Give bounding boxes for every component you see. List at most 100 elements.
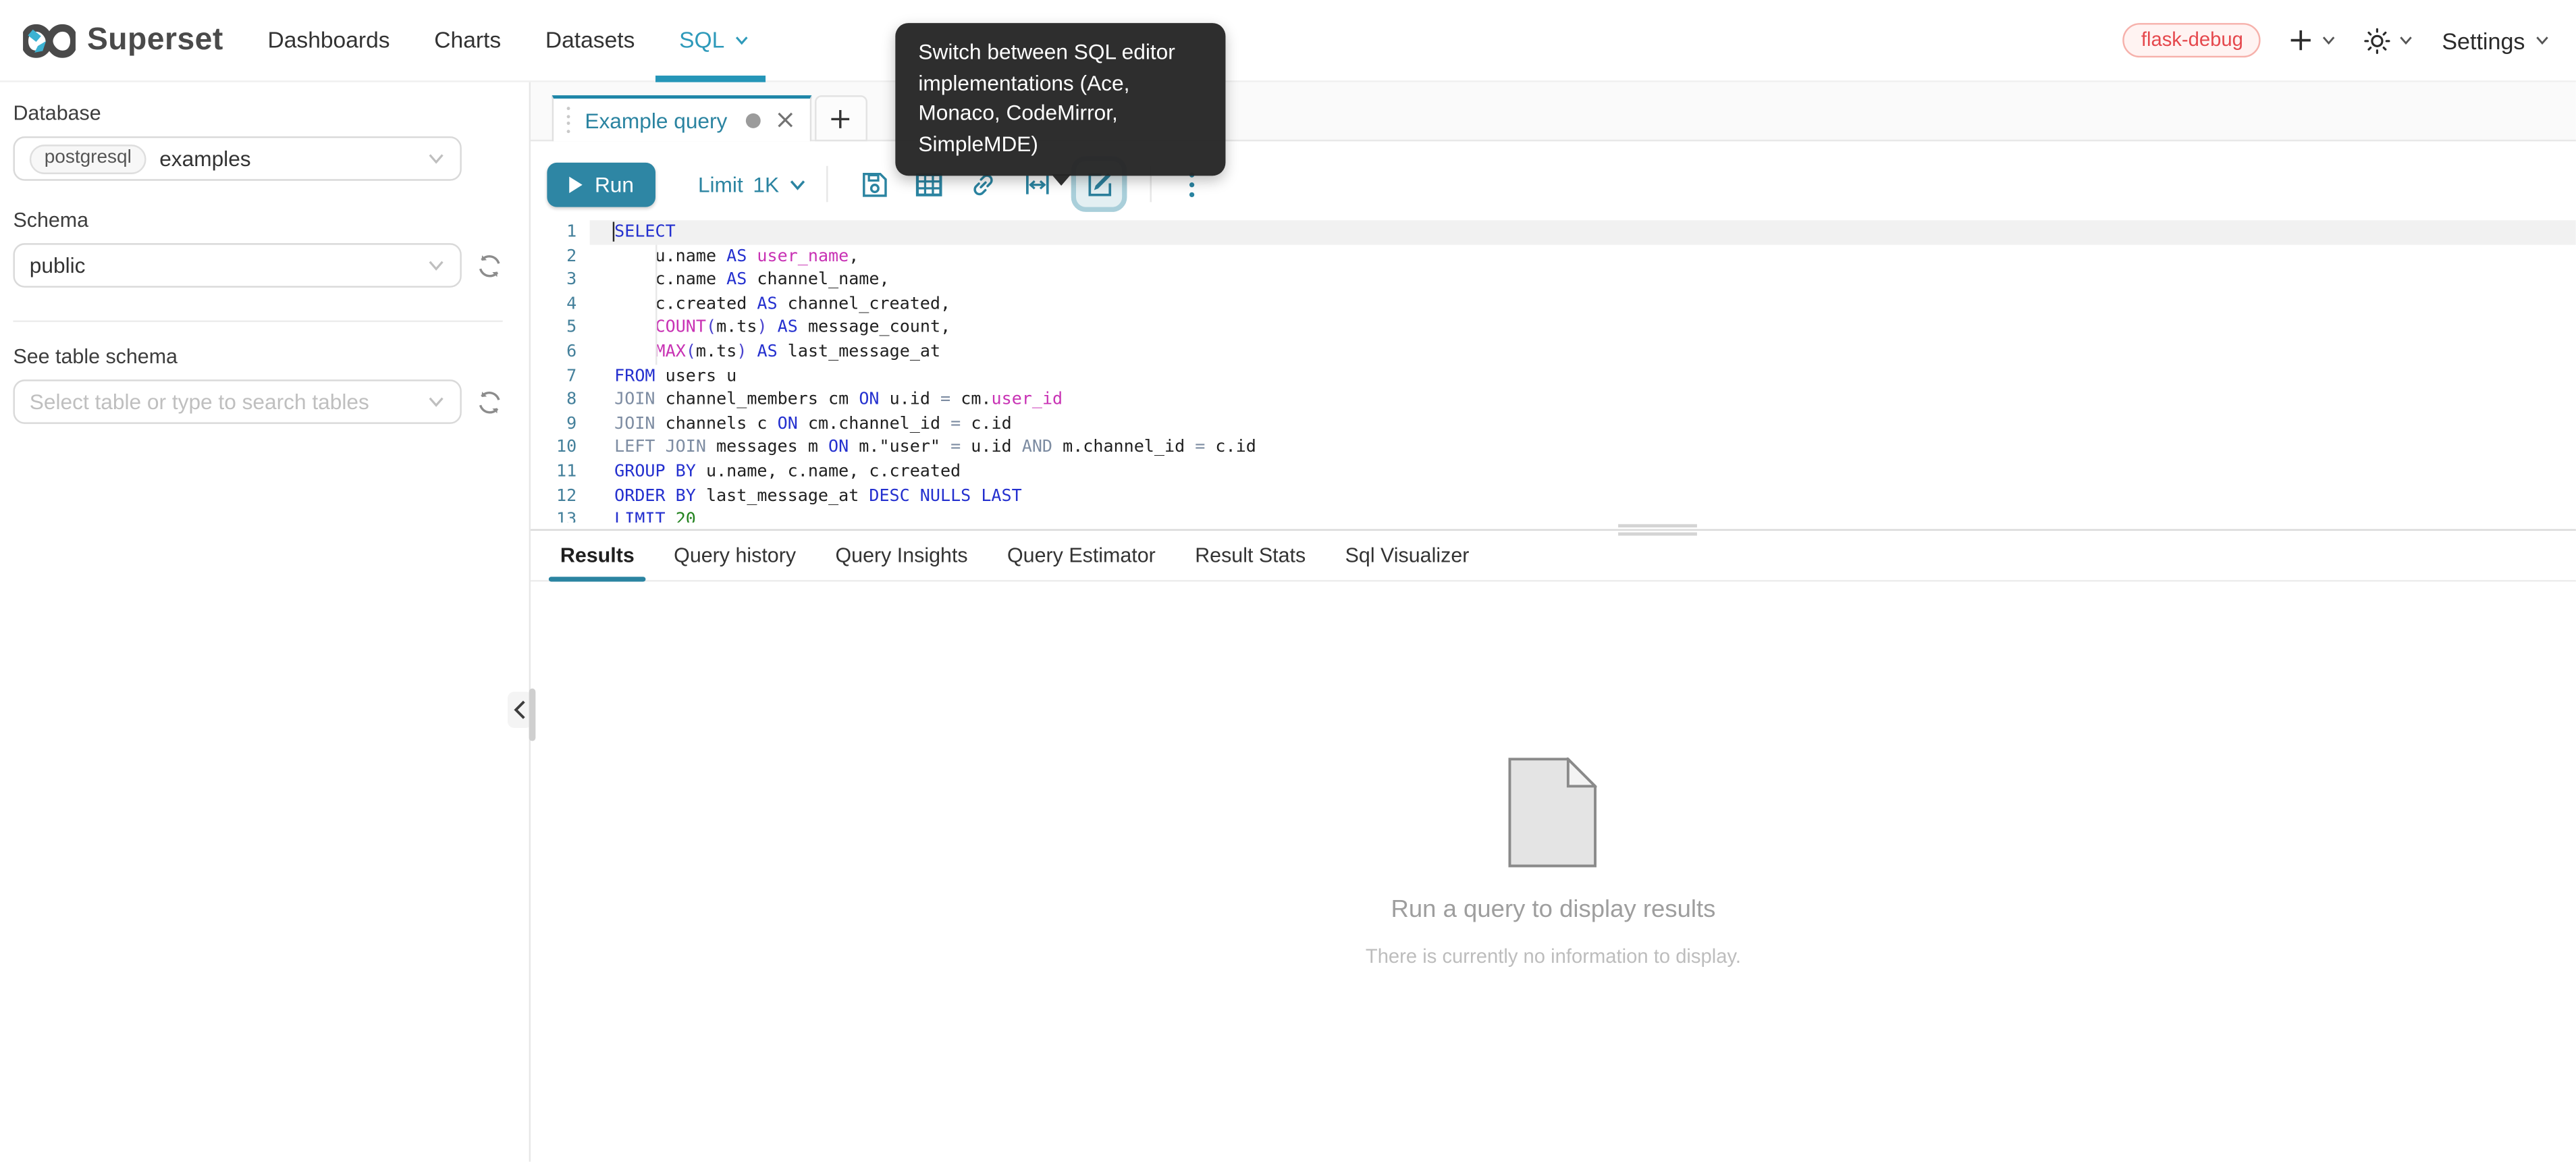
database-select[interactable]: postgresql examples — [13, 136, 461, 181]
tooltip-arrow — [1050, 174, 1070, 186]
empty-document-icon — [1509, 758, 1597, 868]
table-select[interactable]: Select table or type to search tables — [13, 379, 461, 424]
nav-item-dashboards[interactable]: Dashboards — [267, 0, 390, 81]
line-number: 5 — [531, 316, 590, 340]
nav-item-charts[interactable]: Charts — [434, 0, 501, 81]
empty-state-title: Run a query to display results — [1391, 895, 1715, 923]
nav-item-datasets[interactable]: Datasets — [545, 0, 635, 81]
editor-toolbar: Run Limit 1K — [547, 159, 2575, 209]
editor-switch-tooltip: Switch between SQL editor implementation… — [895, 23, 1225, 176]
editor-tabstrip: Example query — [531, 82, 2576, 142]
code-line-content: c.name AS channel_name, — [590, 268, 2576, 292]
results-tab-results[interactable]: Results — [549, 544, 646, 581]
code-line-6[interactable]: 6 MAX(m.ts) AS last_message_at — [531, 340, 2576, 365]
refresh-schemas-button[interactable] — [477, 253, 503, 279]
sidebar-divider — [13, 321, 502, 322]
code-line-content: ORDER BY last_message_at DESC NULLS LAST — [590, 484, 2576, 508]
empty-state-subtitle: There is currently no information to dis… — [1366, 945, 1741, 968]
code-line-3[interactable]: 3 c.name AS channel_name, — [531, 268, 2576, 292]
line-number: 10 — [531, 436, 590, 460]
close-tab-icon[interactable] — [776, 111, 793, 128]
code-line-8[interactable]: 8JOIN channel_members cm ON u.id = cm.us… — [531, 388, 2576, 413]
results-tabbar: Results Query history Query Insights Query … — [531, 539, 2576, 581]
chevron-down-icon — [2322, 33, 2337, 48]
content-area: Database postgresql examples Schema publ… — [0, 82, 2576, 1162]
results-tab-sql-visualizer[interactable]: Sql Visualizer — [1334, 544, 1481, 581]
code-line-13[interactable]: 13LIMIT 20 — [531, 508, 2576, 523]
line-number: 12 — [531, 484, 590, 508]
theme-toggle-dropdown[interactable] — [2365, 27, 2414, 53]
code-line-2[interactable]: 2 u.name AS user_name, — [531, 244, 2576, 269]
code-line-1[interactable]: 1SELECT — [531, 220, 2576, 244]
editor-results-splitter[interactable] — [531, 523, 2576, 537]
line-number: 1 — [531, 220, 590, 244]
results-tab-query-estimator[interactable]: Query Estimator — [996, 544, 1167, 581]
run-query-button[interactable]: Run — [547, 162, 655, 207]
run-button-label: Run — [595, 171, 634, 196]
code-line-9[interactable]: 9JOIN channels c ON cm.channel_id = c.id — [531, 412, 2576, 436]
code-line-4[interactable]: 4 c.created AS channel_created, — [531, 292, 2576, 317]
nav-item-sql[interactable]: SQL — [679, 0, 749, 81]
editor-tab-example-query[interactable]: Example query — [552, 95, 811, 141]
table-schema-label: See table schema — [13, 345, 502, 368]
superset-logo[interactable]: Superset — [23, 22, 223, 59]
code-line-11[interactable]: 11GROUP BY u.name, c.name, c.created — [531, 460, 2576, 484]
nav-item-sql-label: SQL — [679, 28, 724, 53]
line-number: 6 — [531, 340, 590, 365]
line-number: 2 — [531, 244, 590, 269]
code-line-content: MAX(m.ts) AS last_message_at — [590, 340, 2576, 365]
refresh-tables-button[interactable] — [477, 389, 503, 415]
new-item-dropdown[interactable] — [2289, 28, 2337, 53]
chevron-left-icon — [512, 700, 527, 720]
tooltip-text: Switch between SQL editor implementation… — [918, 39, 1175, 155]
results-tab-query-insights[interactable]: Query Insights — [824, 544, 979, 581]
code-line-12[interactable]: 12ORDER BY last_message_at DESC NULLS LA… — [531, 484, 2576, 508]
text-cursor — [612, 222, 615, 242]
sql-code-editor[interactable]: 1SELECT2 u.name AS user_name,3 c.name AS… — [531, 220, 2576, 523]
results-tab-query-history[interactable]: Query history — [662, 544, 807, 581]
plus-icon — [2289, 28, 2314, 53]
code-line-10[interactable]: 10LEFT JOIN messages m ON m."user" = u.i… — [531, 436, 2576, 460]
sidebar-resize-handle[interactable] — [529, 689, 536, 741]
save-icon — [861, 170, 889, 198]
chevron-down-icon — [2535, 33, 2550, 48]
line-number: 11 — [531, 460, 590, 484]
chevron-down-icon — [427, 393, 446, 411]
empty-results-state: Run a query to display results There is … — [1366, 758, 1741, 968]
code-line-content: c.created AS channel_created, — [590, 292, 2576, 317]
code-line-content: JOIN channels c ON cm.channel_id = c.id — [590, 412, 2576, 436]
chevron-down-icon — [427, 257, 446, 275]
results-panel: Run a query to display results There is … — [531, 581, 2576, 1161]
splitter-grip-icon[interactable] — [1618, 523, 1697, 537]
save-query-button[interactable] — [851, 160, 899, 208]
line-number: 7 — [531, 364, 590, 388]
settings-menu[interactable]: Settings — [2442, 27, 2550, 53]
code-line-5[interactable]: 5 COUNT(m.ts) AS message_count, — [531, 316, 2576, 340]
database-label: Database — [13, 102, 502, 125]
limit-label: Limit — [698, 171, 743, 196]
code-line-content: LIMIT 20 — [590, 508, 2576, 523]
code-line-7[interactable]: 7FROM users u — [531, 364, 2576, 388]
code-line-content: u.name AS user_name, — [590, 244, 2576, 269]
editor-tab-label: Example query — [585, 107, 727, 132]
sun-icon — [2365, 27, 2391, 53]
tab-drag-handle-icon[interactable] — [564, 107, 574, 133]
chevron-down-icon — [789, 175, 807, 193]
results-tab-result-stats[interactable]: Result Stats — [1183, 544, 1317, 581]
infinity-logo-icon — [23, 22, 76, 59]
superset-sql-lab-window: Superset Dashboards Charts Datasets SQL … — [0, 0, 2576, 1162]
toolbar-divider — [827, 166, 828, 203]
brand-name: Superset — [87, 22, 223, 59]
chevron-down-icon — [427, 149, 446, 167]
line-number: 8 — [531, 388, 590, 413]
navbar-right: flask-debug Settings — [2123, 23, 2550, 57]
new-tab-button[interactable] — [814, 95, 867, 141]
schema-label: Schema — [13, 209, 502, 232]
row-limit-dropdown[interactable]: Limit 1K — [698, 171, 807, 196]
limit-value: 1K — [753, 171, 779, 196]
play-icon — [568, 175, 583, 193]
refresh-icon — [477, 253, 503, 279]
line-number: 9 — [531, 412, 590, 436]
schema-select[interactable]: public — [13, 243, 461, 288]
refresh-icon — [477, 389, 503, 415]
